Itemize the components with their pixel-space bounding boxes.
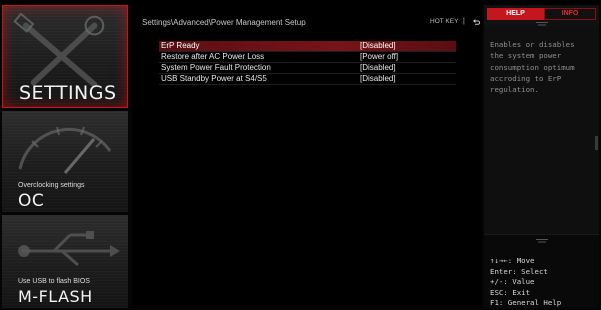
hotkey-button[interactable]: HOT KEY xyxy=(430,18,458,25)
help-panel: HELP INFO Enables or disables the system… xyxy=(484,5,599,308)
grip-icon[interactable] xyxy=(536,21,548,27)
sidebar: SETTINGS Overclocking settings OC Use US… xyxy=(2,5,128,308)
option-value[interactable]: [Disabled] xyxy=(360,63,396,73)
scrollbar[interactable] xyxy=(595,136,598,150)
mflash-tile[interactable]: Use USB to flash BIOS M-FLASH xyxy=(2,215,128,308)
path-bar: Settings\Advanced\Power Management Setup… xyxy=(132,5,482,35)
settings-title: SETTINGS xyxy=(19,82,117,104)
back-icon[interactable] xyxy=(472,18,480,26)
help-line: accroding to ErP xyxy=(490,73,562,83)
option-name: Restore after AC Power Loss xyxy=(161,52,265,61)
help-description: Enables or disables the system power con… xyxy=(490,39,594,95)
help-line: the system power xyxy=(490,51,562,61)
option-name: USB Standby Power at S4/S5 xyxy=(161,74,267,83)
option-row-system-power-fault-protection[interactable]: System Power Fault Protection [Disabled] xyxy=(159,63,456,73)
breadcrumb: Settings\Advanced\Power Management Setup xyxy=(142,18,306,27)
option-row-usb-standby-power[interactable]: USB Standby Power at S4/S5 [Disabled] xyxy=(159,74,456,84)
help-line: regulation. xyxy=(490,85,539,95)
option-value[interactable]: [Power off] xyxy=(360,52,398,62)
key-hint: ESC: Exit xyxy=(490,287,531,297)
options-list: ErP Ready [Disabled] Restore after AC Po… xyxy=(159,41,456,85)
tab-info[interactable]: INFO xyxy=(544,8,596,20)
key-hint: F1: General Help xyxy=(490,298,562,307)
oc-tile[interactable]: Overclocking settings OC xyxy=(2,111,128,212)
oc-title: OC xyxy=(18,191,45,211)
settings-tile[interactable]: SETTINGS xyxy=(2,5,128,108)
option-value[interactable]: [Disabled] xyxy=(360,74,396,84)
key-legend: ↑↓→←: Move Enter: Select +/-: Value ESC:… xyxy=(490,256,561,309)
option-row-restore-after-ac-power-loss[interactable]: Restore after AC Power Loss [Power off] xyxy=(159,52,456,62)
row-divider xyxy=(159,84,456,85)
help-line: Enables or disables xyxy=(490,40,575,49)
main-panel: Settings\Advanced\Power Management Setup… xyxy=(132,5,482,308)
mflash-subtitle: Use USB to flash BIOS xyxy=(18,278,90,285)
oc-subtitle: Overclocking settings xyxy=(18,182,85,189)
key-hint: Enter: Select xyxy=(490,266,548,276)
grip-icon[interactable] xyxy=(536,238,548,244)
option-value[interactable]: [Disabled] xyxy=(360,41,396,51)
option-name: ErP Ready xyxy=(161,41,200,50)
option-row-erp-ready[interactable]: ErP Ready [Disabled] xyxy=(159,41,456,51)
hotkey-separator: | xyxy=(463,18,465,25)
help-tabs: HELP INFO xyxy=(484,5,599,27)
tab-help[interactable]: HELP xyxy=(487,8,544,20)
option-name: System Power Fault Protection xyxy=(161,63,271,72)
help-line: consumption optimum xyxy=(490,62,575,72)
key-hint: +/-: Value xyxy=(490,277,535,286)
key-legend-panel: ↑↓→←: Move Enter: Select +/-: Value ESC:… xyxy=(484,234,599,308)
key-hint: ↑↓→←: Move xyxy=(490,256,535,265)
mflash-title: M-FLASH xyxy=(18,287,93,306)
